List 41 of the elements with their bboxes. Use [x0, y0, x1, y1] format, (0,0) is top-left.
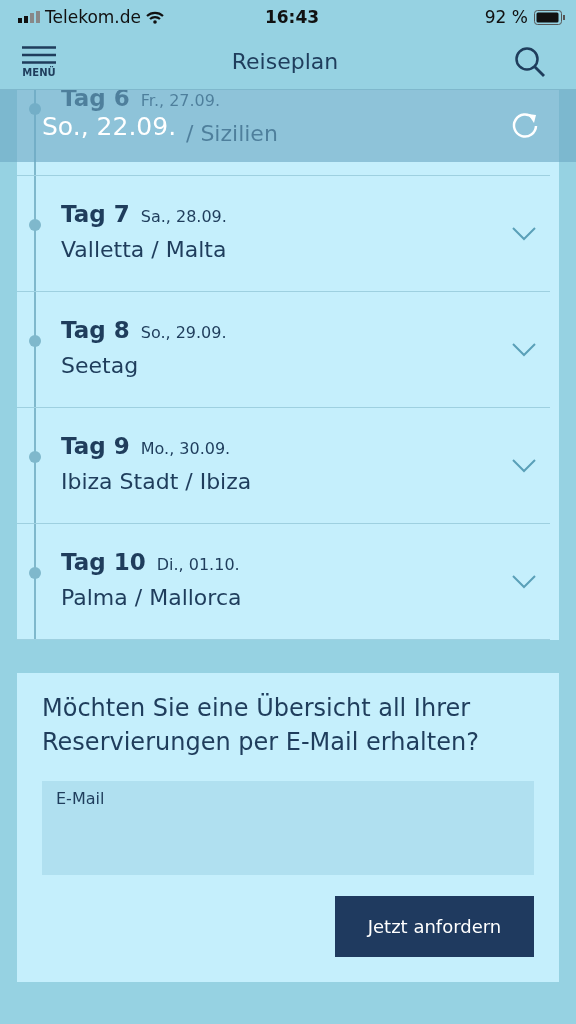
current-date: So., 22.09. — [42, 111, 177, 141]
request-button[interactable]: Jetzt anfordern — [335, 896, 534, 957]
itinerary-day[interactable]: Tag 8 So., 29.09. Seetag — [17, 292, 550, 408]
email-field[interactable]: E-Mail — [42, 781, 534, 875]
day-place: Seetag — [61, 353, 139, 378]
timeline-dot-icon — [29, 219, 41, 231]
day-date: So., 29.09. — [140, 323, 227, 342]
day-place: Ibiza Stadt / Ibiza — [61, 469, 252, 494]
battery-icon — [534, 9, 566, 25]
itinerary-day[interactable]: Tag 10 Di., 01.10. Palma / Mallorca — [17, 524, 550, 640]
itinerary-day[interactable]: Tag 7 Sa., 28.09. Valletta / Malta — [17, 176, 550, 292]
day-date: Mo., 30.09. — [140, 439, 231, 458]
day-number: Tag 9 — [61, 433, 130, 459]
email-heading: Möchten Sie eine Übersicht all Ihrer Reservierungen per E-Mail erhalten? — [42, 692, 480, 758]
itinerary-day[interactable]: Tag 9 Mo., 30.09. Ibiza Stadt / Ibiza — [17, 408, 550, 524]
menu-button[interactable]: MENÜ — [22, 45, 56, 78]
battery-percent: 92 % — [484, 7, 528, 27]
timeline-dot-icon — [29, 451, 41, 463]
day-place: Palma / Mallorca — [61, 585, 242, 610]
day-number: Tag 8 — [61, 317, 130, 343]
refresh-button[interactable] — [510, 111, 540, 141]
day-date: Fr., 27.09. — [140, 91, 221, 110]
carrier-name: Telekom.de — [45, 7, 141, 27]
day-date: Di., 01.10. — [156, 555, 240, 574]
clock-time: 16:43 — [264, 7, 320, 27]
timeline-dot-icon — [29, 103, 41, 115]
chevron-icon[interactable] — [512, 342, 536, 357]
page-title: Reiseplan — [231, 49, 339, 74]
timeline-dot-icon — [29, 567, 41, 579]
day-number: Tag 7 — [61, 201, 130, 227]
day-date: Sa., 28.09. — [140, 207, 227, 226]
wifi-icon — [146, 10, 164, 24]
signal-icon — [18, 11, 40, 23]
day-place: / Sizilien — [186, 121, 278, 146]
chevron-icon[interactable] — [512, 458, 536, 473]
day-place: Valletta / Malta — [61, 237, 227, 262]
chevron-icon[interactable] — [512, 574, 536, 589]
day-number: Tag 10 — [61, 549, 146, 575]
search-button[interactable] — [514, 45, 546, 78]
timeline-dot-icon — [29, 335, 41, 347]
chevron-icon[interactable] — [512, 226, 536, 241]
